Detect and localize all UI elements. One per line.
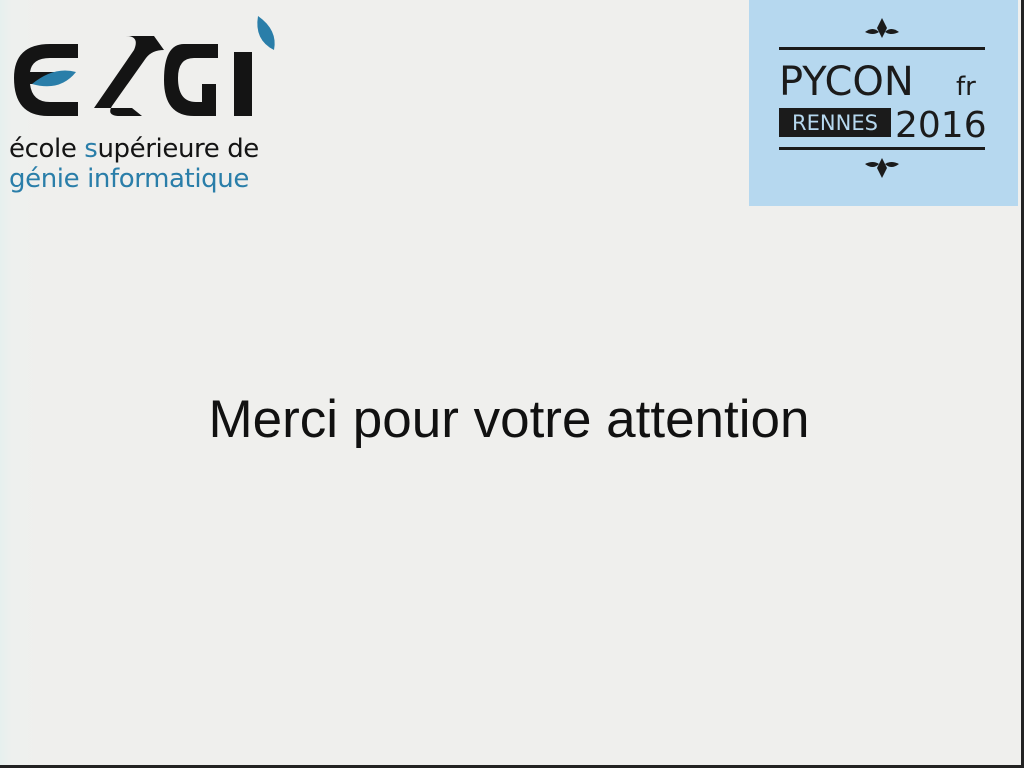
pycon-fr-logo: PYCON fr RENNES 2016 — [749, 0, 1018, 206]
pycon-year: 2016 — [895, 105, 987, 146]
esgi-tagline-line-2: génie informatique — [9, 164, 249, 194]
esgi-tagline-initial: i — [87, 164, 94, 194]
esgi-tagline-initial: s — [84, 134, 98, 164]
pycon-rule-bottom — [779, 147, 985, 150]
pycon-suffix: fr — [956, 72, 976, 102]
slide-message: Merci pour votre attention — [208, 390, 810, 449]
esgi-tagline-word: upérieure de — [97, 134, 259, 164]
ornament-icon — [865, 18, 899, 38]
esgi-tagline-word: nformatique — [93, 164, 249, 194]
esgi-wordmark-graphic — [14, 16, 275, 116]
pycon-title: PYCON — [779, 59, 914, 105]
pycon-rule-top — [779, 47, 985, 50]
esgi-tagline-word: énie — [25, 164, 88, 194]
ornament-icon — [865, 158, 899, 178]
esgi-tagline-line-1: école supérieure de — [9, 134, 259, 164]
pycon-logo-graphic: PYCON fr RENNES 2016 — [779, 18, 987, 178]
pycon-city: RENNES — [792, 111, 878, 135]
esgi-tagline-word: cole — [24, 134, 85, 164]
esgi-tagline-initial: é — [9, 134, 25, 164]
esgi-tagline-initial: g — [9, 164, 26, 194]
esgi-logo: école supérieure de génie informatique — [8, 14, 288, 204]
